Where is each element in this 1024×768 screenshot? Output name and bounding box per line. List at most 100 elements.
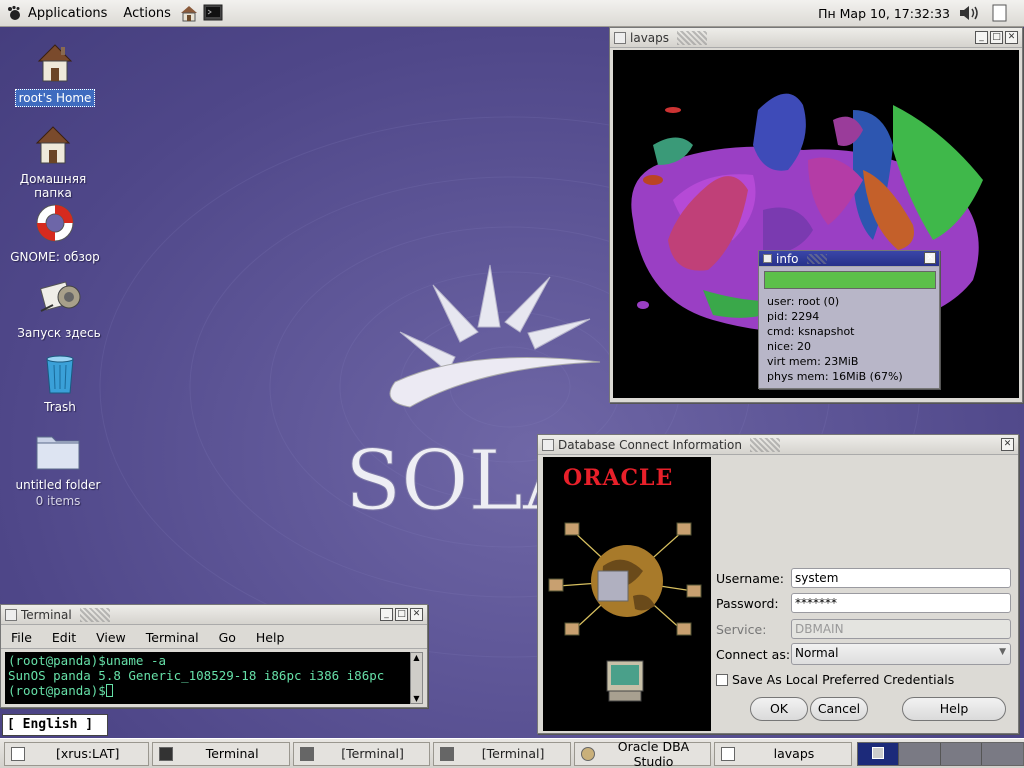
applications-menu[interactable]: Applications — [0, 0, 113, 27]
terminal-icon — [299, 746, 314, 761]
icon-sublabel: 0 items — [35, 494, 81, 508]
info-titlebar[interactable]: info ✕ — [759, 251, 939, 267]
menu-edit[interactable]: Edit — [52, 630, 76, 645]
minimize-button[interactable]: _ — [380, 608, 393, 621]
oracle-banner: ORACLE — [543, 457, 711, 731]
task-terminal-2[interactable]: [Terminal] — [292, 741, 431, 766]
terminal-window[interactable]: Terminal _ □ ✕ File Edit View Terminal G… — [0, 604, 428, 708]
terminal-launcher[interactable] — [201, 0, 225, 27]
terminal-scrollbar[interactable]: ▲ ▼ — [410, 652, 423, 704]
connect-as-select[interactable]: Normal ▼ — [791, 643, 1011, 665]
terminal-icon — [159, 746, 174, 761]
workspace-3[interactable] — [939, 742, 982, 765]
titlebar-grip — [749, 437, 780, 452]
workspace-switcher[interactable] — [856, 741, 1024, 766]
oracle-titlebar[interactable]: Database Connect Information ✕ — [538, 435, 1018, 455]
task-label: [Terminal] — [341, 746, 404, 761]
username-field[interactable]: system — [791, 568, 1011, 588]
close-button[interactable]: ✕ — [1005, 31, 1018, 44]
clock[interactable]: Пн Мар 10, 17:32:33 — [818, 6, 950, 21]
task-lavaps[interactable]: lavaps — [714, 741, 852, 766]
desktop-icon-home-folder[interactable]: Домашняя папка — [0, 123, 108, 201]
icon-label: untitled folder — [15, 478, 101, 492]
home-launcher[interactable] — [177, 0, 201, 27]
username-label: Username: — [716, 571, 784, 586]
notes-icon[interactable] — [992, 4, 1008, 22]
close-button[interactable]: ✕ — [410, 608, 423, 621]
desktop-icon-root-home[interactable]: root's Home — [0, 41, 110, 107]
workspace-1[interactable] — [857, 742, 899, 765]
task-oracle-dba-studio[interactable]: Oracle DBA Studio — [573, 738, 712, 768]
task-terminal-3[interactable]: [Terminal] — [433, 741, 571, 766]
password-label: Password: — [716, 596, 779, 611]
connect-as-value: Normal — [795, 646, 839, 660]
keyboard-layout-indicator[interactable]: [ English ] — [2, 714, 108, 736]
oracle-connect-dialog[interactable]: Database Connect Information ✕ ORACLE Us… — [537, 434, 1019, 734]
terminal-line: (root@panda)$ — [8, 683, 106, 698]
desktop-icon-start-here[interactable]: Запуск здесь — [4, 277, 114, 341]
actions-menu[interactable]: Actions — [117, 0, 177, 27]
window-menu-icon[interactable] — [5, 608, 17, 621]
checkbox-box[interactable] — [716, 673, 728, 686]
terminal-line: (root@panda)$uname -a — [8, 653, 167, 668]
maximize-button[interactable]: □ — [395, 608, 408, 621]
applications-label: Applications — [28, 5, 108, 21]
titlebar-grip — [79, 607, 110, 622]
desktop-icon-untitled-folder[interactable]: untitled folder 0 items — [3, 429, 113, 509]
info-details: user: root (0) pid: 2294 cmd: ksnapshot … — [764, 293, 936, 385]
task-label: [xrus:LAT] — [56, 746, 120, 761]
info-line: user: root (0) — [767, 295, 840, 308]
info-line: virt mem: 23MiB — [767, 355, 859, 368]
document-icon — [11, 746, 25, 761]
close-button[interactable]: ✕ — [1001, 438, 1014, 451]
help-button[interactable]: Help — [902, 697, 1006, 721]
terminal-output[interactable]: (root@panda)$uname -a SunOS panda 5.8 Ge… — [5, 652, 410, 704]
cancel-button[interactable]: Cancel — [810, 697, 868, 721]
info-window[interactable]: info ✕ user: root (0) pid: 2294 cmd: ksn… — [758, 250, 940, 389]
ok-button[interactable]: OK — [750, 697, 808, 721]
volume-icon[interactable] — [958, 4, 980, 22]
desktop-icon-gnome-overview[interactable]: GNOME: обзор — [0, 201, 110, 265]
maximize-button[interactable]: □ — [990, 31, 1003, 44]
window-menu-icon[interactable] — [542, 438, 554, 451]
window-title: Terminal — [21, 607, 72, 622]
menu-file[interactable]: File — [11, 630, 32, 645]
workspace-2[interactable] — [898, 742, 940, 765]
document-icon — [721, 746, 736, 761]
info-line: pid: 2294 — [767, 310, 820, 323]
oracle-logo: ORACLE — [563, 465, 674, 491]
task-label: Oracle DBA Studio — [617, 738, 690, 768]
lavaps-titlebar[interactable]: lavaps _ □ ✕ — [610, 28, 1022, 48]
terminal-prompt-line: (root@panda)$ — [8, 683, 407, 698]
task-xrus[interactable]: [xrus:LAT] — [4, 741, 150, 766]
icon-label: Запуск здесь — [17, 326, 101, 340]
scroll-up-arrow[interactable]: ▲ — [411, 653, 422, 662]
folder-icon — [36, 436, 80, 470]
workspace-4[interactable] — [981, 742, 1023, 765]
icon-label: Домашняя папка — [19, 172, 87, 200]
terminal-titlebar[interactable]: Terminal _ □ ✕ — [1, 605, 427, 625]
task-terminal[interactable]: Terminal — [152, 741, 290, 766]
window-menu-icon[interactable] — [614, 31, 626, 44]
menu-terminal[interactable]: Terminal — [146, 630, 199, 645]
menu-go[interactable]: Go — [219, 630, 236, 645]
service-label: Service: — [716, 622, 767, 637]
task-label: Terminal — [205, 746, 259, 761]
minimize-button[interactable]: _ — [975, 31, 988, 44]
password-field[interactable]: ******* — [791, 593, 1011, 613]
lavaps-window[interactable]: lavaps _ □ ✕ info ✕ user: root (0) pid: … — [609, 27, 1023, 403]
terminal-icon — [203, 4, 223, 21]
actions-label: Actions — [123, 5, 171, 21]
bottom-panel: [xrus:LAT] Terminal [Terminal] [Terminal… — [0, 738, 1024, 768]
menu-view[interactable]: View — [96, 630, 126, 645]
desktop-icon-trash[interactable]: Trash — [5, 351, 115, 415]
terminal-line: SunOS panda 5.8 Generic_108529-18 i86pc … — [8, 668, 385, 683]
scroll-down-arrow[interactable]: ▼ — [411, 694, 422, 703]
save-credentials-checkbox[interactable]: Save As Local Preferred Credentials — [716, 672, 954, 687]
close-button[interactable]: ✕ — [924, 252, 936, 264]
window-menu-icon[interactable] — [763, 254, 772, 263]
top-panel: Applications Actions Пн Мар 10, 17:32:33 — [0, 0, 1024, 27]
service-field[interactable]: DBMAIN — [791, 619, 1011, 639]
menu-help[interactable]: Help — [256, 630, 285, 645]
icon-label: GNOME: обзор — [10, 250, 100, 264]
